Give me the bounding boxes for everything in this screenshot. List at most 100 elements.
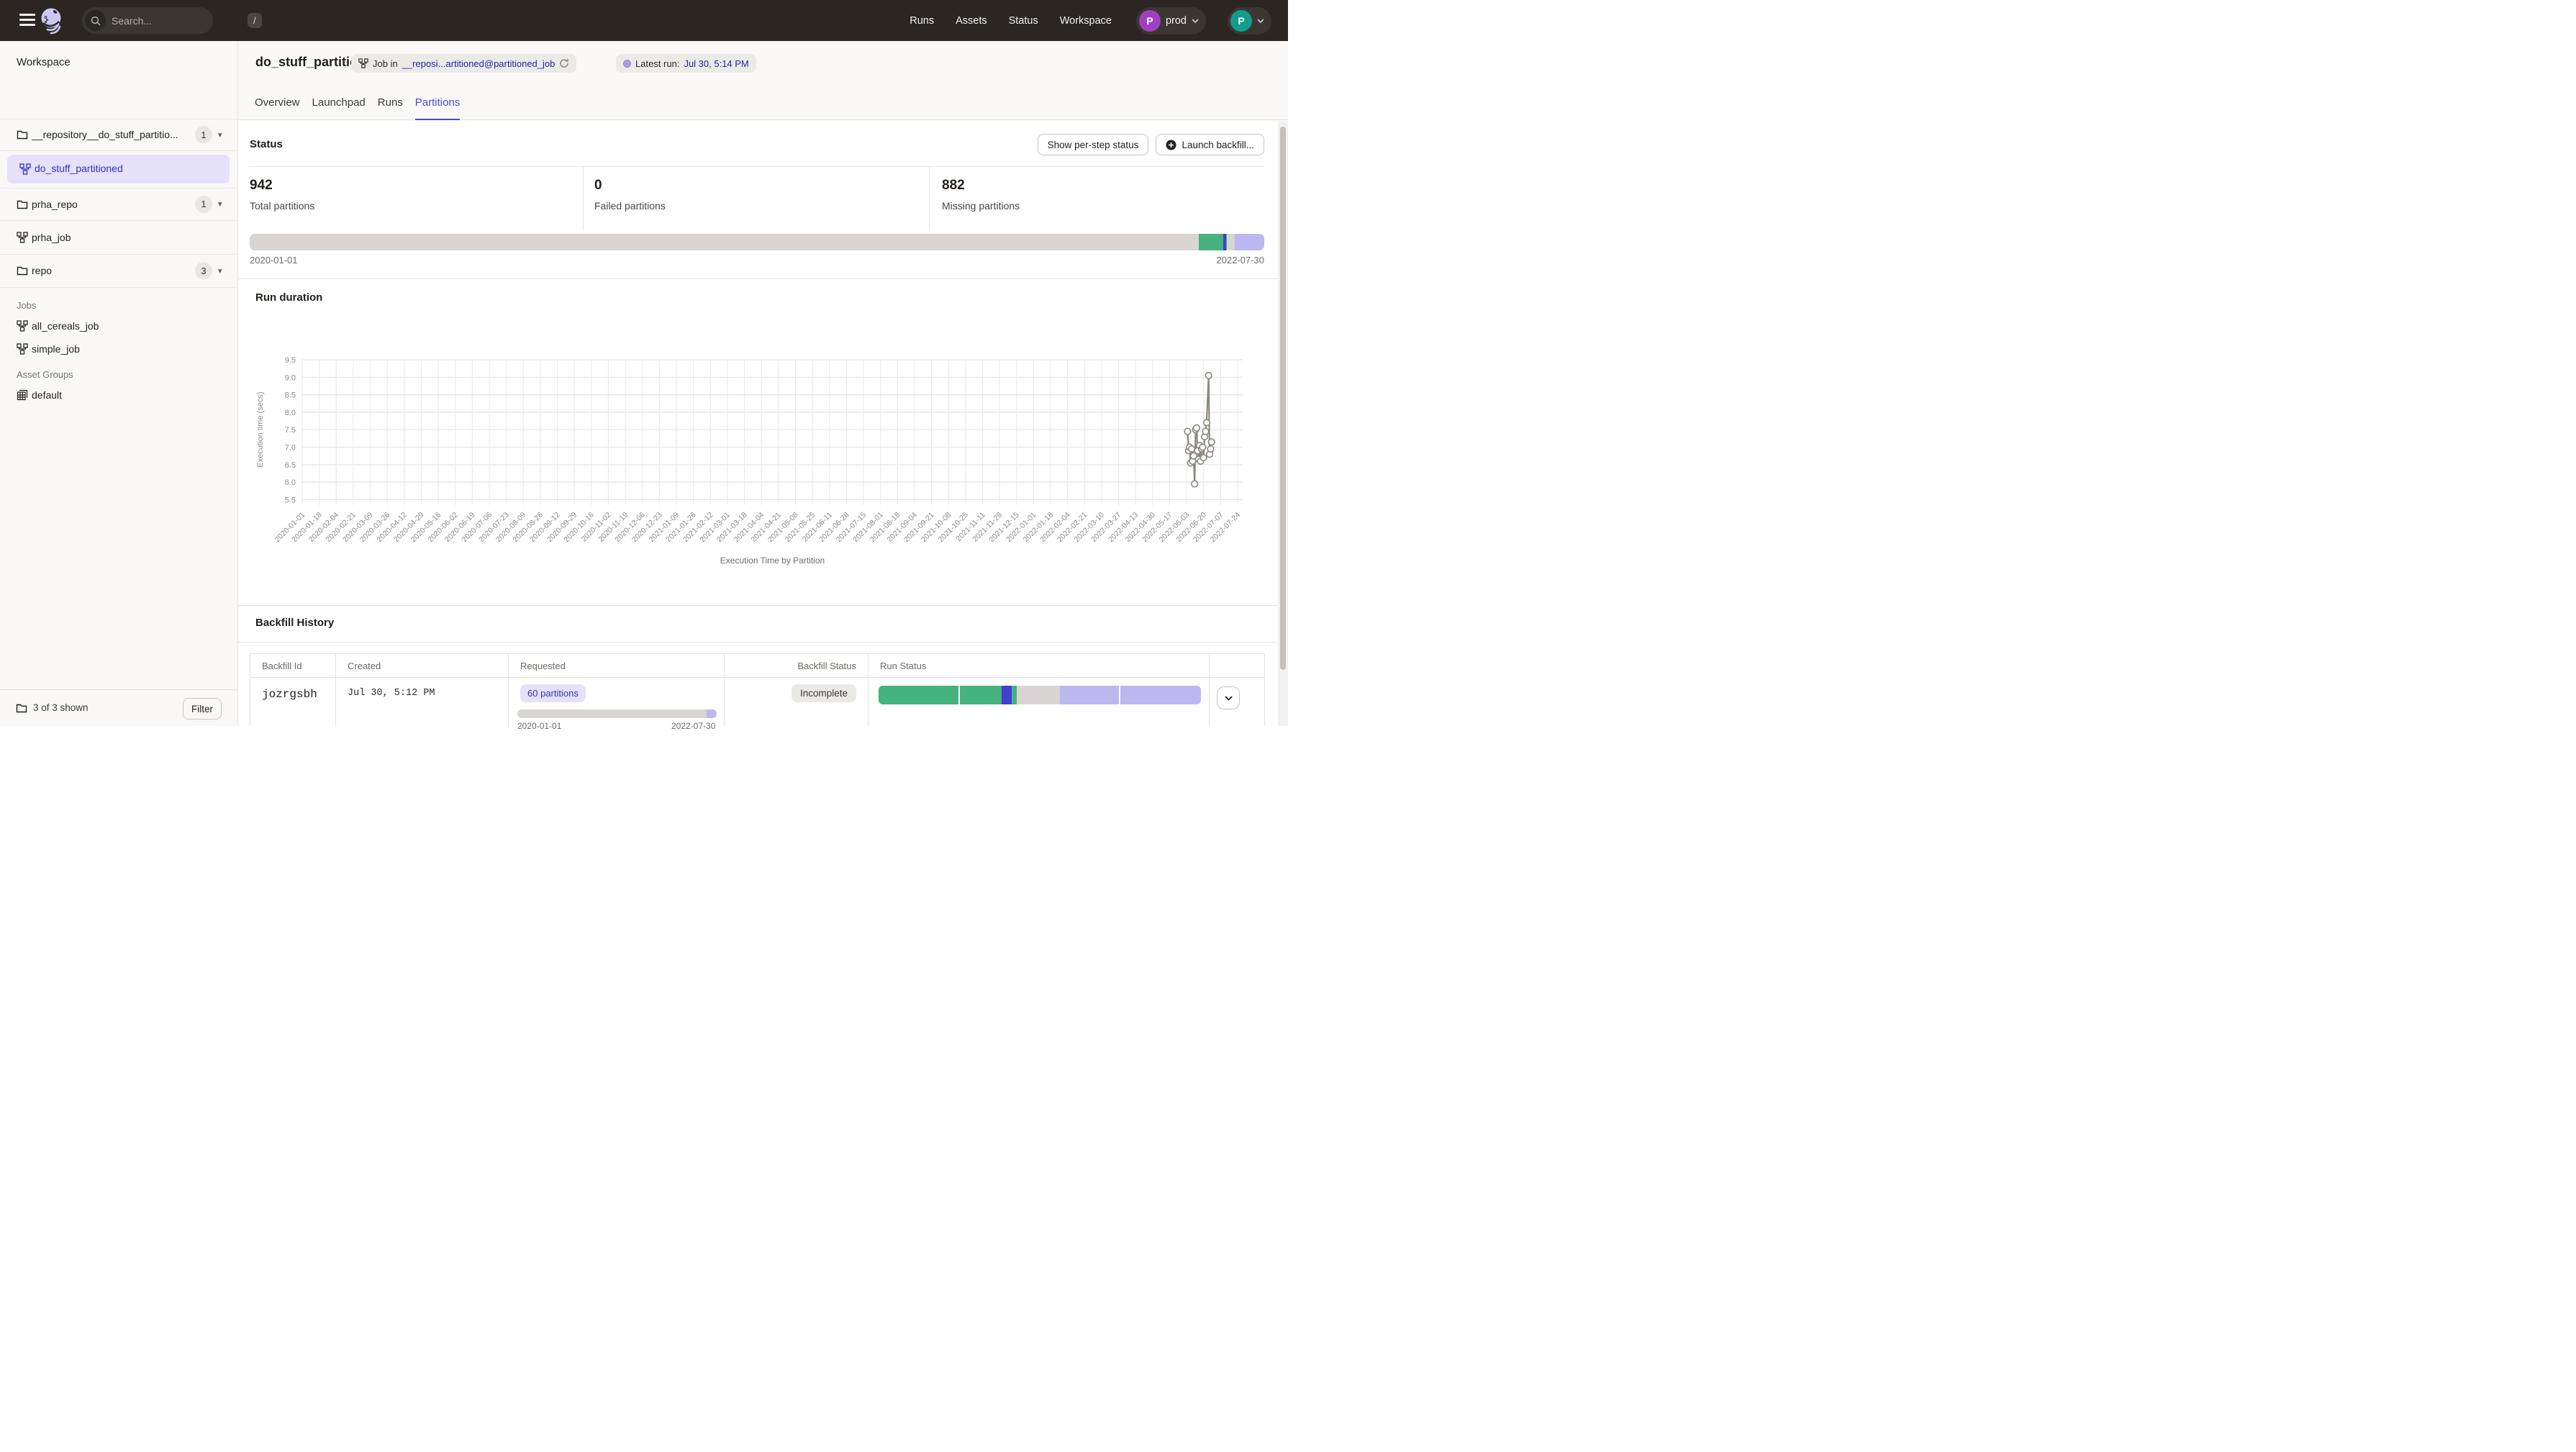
bar-segment xyxy=(1002,686,1011,704)
show-per-step-status-button[interactable]: Show per-step status xyxy=(1038,134,1149,155)
job-tabs: Overview Launchpad Runs Partitions xyxy=(255,96,460,120)
sidebar-item-prha-job[interactable]: prha_job xyxy=(0,220,238,254)
requested-partitions-badge[interactable]: 60 partitions xyxy=(520,684,586,702)
filter-button[interactable]: Filter xyxy=(183,698,222,720)
status-heading: Status xyxy=(250,138,283,150)
nav-runs[interactable]: Runs xyxy=(910,15,934,27)
tab-overview[interactable]: Overview xyxy=(255,96,300,120)
bar-segment xyxy=(1012,686,1017,704)
sidebar-title: Workspace xyxy=(17,56,71,68)
sidebar-item-do-stuff-partitioned[interactable]: do_stuff_partitioned xyxy=(7,155,230,183)
caret-down-icon[interactable]: ▾ xyxy=(218,130,222,140)
column-header-backfill-id: Backfill Id xyxy=(250,654,336,677)
stat-missing-partitions: 882 Missing partitions xyxy=(942,178,1020,212)
search-shortcut-badge: / xyxy=(248,13,262,28)
table-row-cell-requested: 60 partitions xyxy=(509,678,725,727)
column-header-requested: Requested xyxy=(509,654,725,677)
search-input[interactable] xyxy=(106,15,248,27)
sidebar-item-prha-repo[interactable]: prha_repo 1 ▾ xyxy=(0,188,238,220)
job-origin-tag: Job in __reposi...artitioned@partitioned… xyxy=(351,54,576,73)
main-content: do_stuff_partitioned Job in __reposi...a… xyxy=(238,41,1288,726)
backfill-id-link[interactable]: jozrgsbh xyxy=(262,688,317,701)
table-row-cell-id: jozrgsbh xyxy=(250,678,336,727)
requested-range-end: 2022-07-30 xyxy=(671,721,715,731)
job-origin-link[interactable]: __reposi...artitioned@partitioned_job xyxy=(402,58,555,69)
job-header: do_stuff_partitioned Job in __reposi...a… xyxy=(238,41,1288,120)
folder-icon xyxy=(16,702,27,714)
repos-shown-count: 3 of 3 shown xyxy=(33,702,89,713)
jobs-section-label: Jobs xyxy=(17,300,36,311)
job-origin-prefix: Job in xyxy=(373,58,398,69)
hamburger-menu-icon[interactable] xyxy=(19,14,35,27)
workspace-sidebar: Workspace __repository__do_stuff_partiti… xyxy=(0,41,238,726)
partition-range-start: 2020-01-01 xyxy=(250,255,298,266)
plus-circle-icon xyxy=(1166,140,1176,150)
dagster-logo-icon[interactable] xyxy=(39,7,65,35)
caret-down-icon[interactable]: ▾ xyxy=(218,199,222,209)
sidebar-item-repository[interactable]: __repository__do_stuff_partitio... 1 ▾ xyxy=(0,119,238,150)
table-row-cell-backfill-status: Incomplete xyxy=(725,678,869,727)
svg-text:9.0: 9.0 xyxy=(285,373,296,382)
bar-segment xyxy=(1199,234,1223,250)
launch-backfill-button[interactable]: Launch backfill... xyxy=(1156,134,1264,155)
nav-assets[interactable]: Assets xyxy=(956,15,987,27)
deployment-label: prod xyxy=(1166,15,1187,27)
created-timestamp: Jul 30, 5:12 PM xyxy=(348,688,435,699)
svg-text:9.5: 9.5 xyxy=(285,356,296,365)
global-search: / xyxy=(82,7,213,34)
run-duration-heading: Run duration xyxy=(255,291,322,304)
svg-text:8.0: 8.0 xyxy=(285,409,296,417)
repo-count-badge: 3 xyxy=(195,262,212,279)
partition-status-bar[interactable] xyxy=(250,234,1264,250)
svg-text:Execution Time by Partition: Execution Time by Partition xyxy=(720,555,825,566)
folder-icon xyxy=(17,129,28,140)
user-menu[interactable]: P xyxy=(1228,7,1271,35)
sidebar-item-all-cereals-job[interactable]: all_cereals_job xyxy=(0,314,238,337)
folder-icon xyxy=(17,265,28,276)
run-status-dot-icon xyxy=(623,60,631,68)
tab-runs[interactable]: Runs xyxy=(378,96,403,120)
sidebar-item-simple-job[interactable]: simple_job xyxy=(0,337,238,360)
run-status-bar[interactable] xyxy=(879,686,1201,704)
table-row-cell-created: Jul 30, 5:12 PM xyxy=(336,678,509,727)
column-header-created: Created xyxy=(336,654,509,677)
svg-text:7.5: 7.5 xyxy=(285,426,296,435)
repo-count-badge: 1 xyxy=(195,196,212,213)
latest-run-tag: Latest run: Jul 30, 5:14 PM xyxy=(616,54,756,73)
stat-total-partitions: 942 Total partitions xyxy=(250,178,314,212)
svg-text:Execution time (secs): Execution time (secs) xyxy=(256,391,265,467)
latest-run-link[interactable]: Jul 30, 5:14 PM xyxy=(684,58,748,69)
bar-segment xyxy=(517,709,707,718)
bar-segment xyxy=(707,709,717,718)
run-duration-chart-svg: 9.59.08.58.07.57.06.56.05.52020-01-01202… xyxy=(250,309,1266,578)
bar-segment xyxy=(960,686,1002,704)
bar-segment xyxy=(1017,686,1060,704)
latest-run-label: Latest run: xyxy=(635,58,679,69)
bar-segment xyxy=(1060,686,1119,704)
scrollbar-thumb[interactable] xyxy=(1280,127,1286,670)
tab-partitions[interactable]: Partitions xyxy=(415,96,461,120)
bar-segment xyxy=(879,686,958,704)
nav-status[interactable]: Status xyxy=(1009,15,1038,27)
backfill-history-table: Backfill Id Created Requested Backfill S… xyxy=(250,653,1265,726)
bar-segment xyxy=(250,234,1199,250)
row-expand-button[interactable] xyxy=(1217,686,1240,709)
refresh-icon[interactable] xyxy=(559,58,569,68)
asset-groups-section-label: Asset Groups xyxy=(17,369,73,380)
nav-workspace[interactable]: Workspace xyxy=(1060,15,1112,27)
requested-partition-bar xyxy=(517,709,717,718)
user-avatar: P xyxy=(1230,10,1252,32)
job-icon xyxy=(17,232,28,243)
deployment-switcher[interactable]: P prod xyxy=(1136,7,1206,35)
folder-icon xyxy=(17,199,28,210)
bar-segment xyxy=(1120,686,1201,704)
asset-group-icon xyxy=(17,389,28,401)
sidebar-item-repo[interactable]: repo 3 ▾ xyxy=(0,254,238,287)
sidebar-footer: 3 of 3 shown Filter xyxy=(0,689,237,726)
svg-text:5.5: 5.5 xyxy=(285,496,296,504)
sidebar-item-default-asset-group[interactable]: default xyxy=(0,384,238,407)
tab-launchpad[interactable]: Launchpad xyxy=(312,96,366,120)
caret-down-icon[interactable]: ▾ xyxy=(218,266,222,276)
backfill-history-heading: Backfill History xyxy=(255,617,334,629)
bar-segment xyxy=(1235,234,1264,250)
